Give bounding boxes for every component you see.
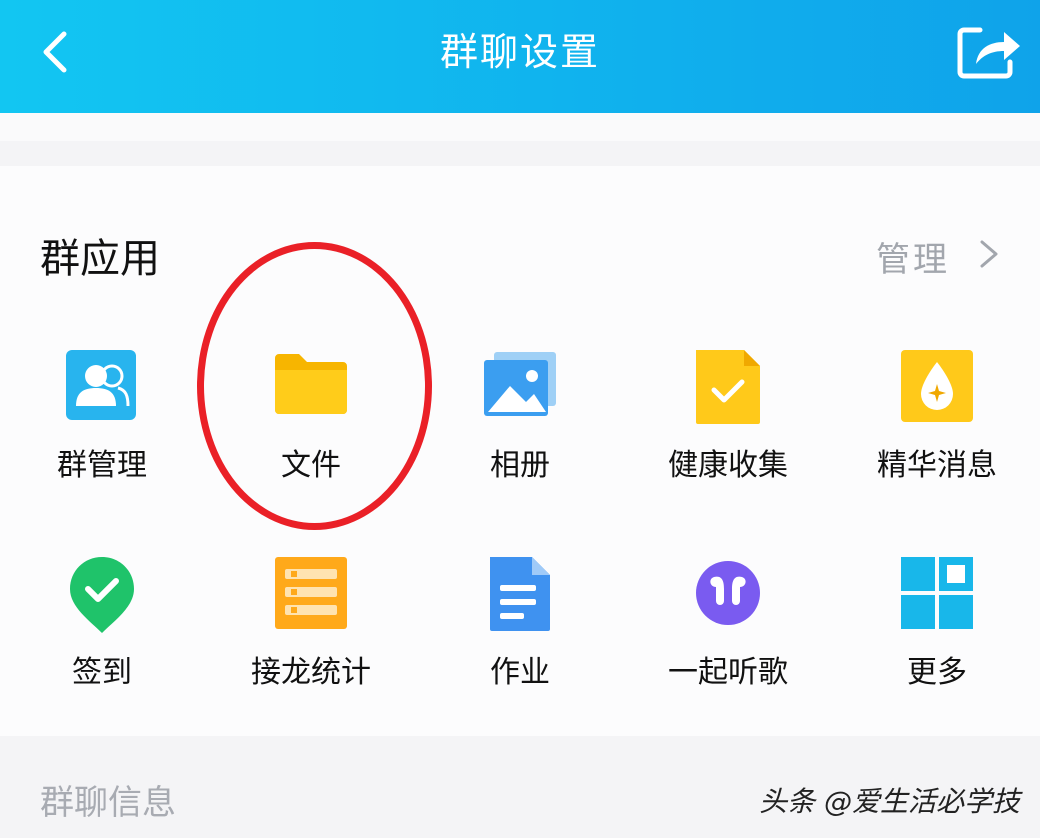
app-listen-together[interactable]: 一起听歌: [624, 555, 832, 705]
app-album[interactable]: 相册: [416, 348, 624, 498]
app-label: 健康收集: [668, 448, 788, 483]
health-collect-icon: [696, 350, 760, 424]
app-label: 文件: [281, 448, 341, 483]
more-grid-icon: [901, 557, 973, 629]
homework-icon: [490, 557, 550, 631]
header-bar: 群聊设置: [0, 0, 1040, 113]
app-group-management[interactable]: 群管理: [0, 348, 206, 498]
app-label: 作业: [490, 655, 550, 690]
spacer-strip: [0, 113, 1040, 141]
app-file[interactable]: 文件: [207, 348, 415, 498]
group-apps-title: 群应用: [40, 236, 160, 282]
share-icon[interactable]: [950, 22, 1026, 82]
folder-icon: [275, 354, 347, 414]
chevron-right-icon[interactable]: [976, 236, 1002, 272]
album-icon: [484, 352, 556, 416]
app-health-collect[interactable]: 健康收集: [624, 348, 832, 498]
group-members-icon: [66, 350, 136, 420]
listen-together-icon: [696, 561, 760, 625]
manage-link[interactable]: 管理: [876, 232, 950, 281]
app-chain-statistics[interactable]: 接龙统计: [207, 555, 415, 705]
chain-statistics-icon: [275, 557, 347, 629]
app-label: 相册: [490, 448, 550, 483]
app-more[interactable]: 更多: [833, 555, 1040, 705]
page-title: 群聊设置: [439, 30, 600, 74]
watermark-text: 头条 @爱生活必学技: [759, 785, 1020, 818]
app-homework[interactable]: 作业: [416, 555, 624, 705]
app-label: 签到: [72, 655, 132, 690]
group-info-label[interactable]: 群聊信息: [40, 775, 176, 824]
essence-message-icon: [901, 350, 973, 422]
app-label: 一起听歌: [668, 655, 788, 690]
app-label: 精华消息: [877, 448, 997, 483]
app-label: 接龙统计: [251, 655, 371, 690]
app-label: 群管理: [57, 448, 147, 483]
app-check-in[interactable]: 签到: [0, 555, 206, 705]
app-label: 更多: [907, 655, 967, 690]
check-in-icon: [70, 557, 134, 633]
app-essence-message[interactable]: 精华消息: [833, 348, 1040, 498]
